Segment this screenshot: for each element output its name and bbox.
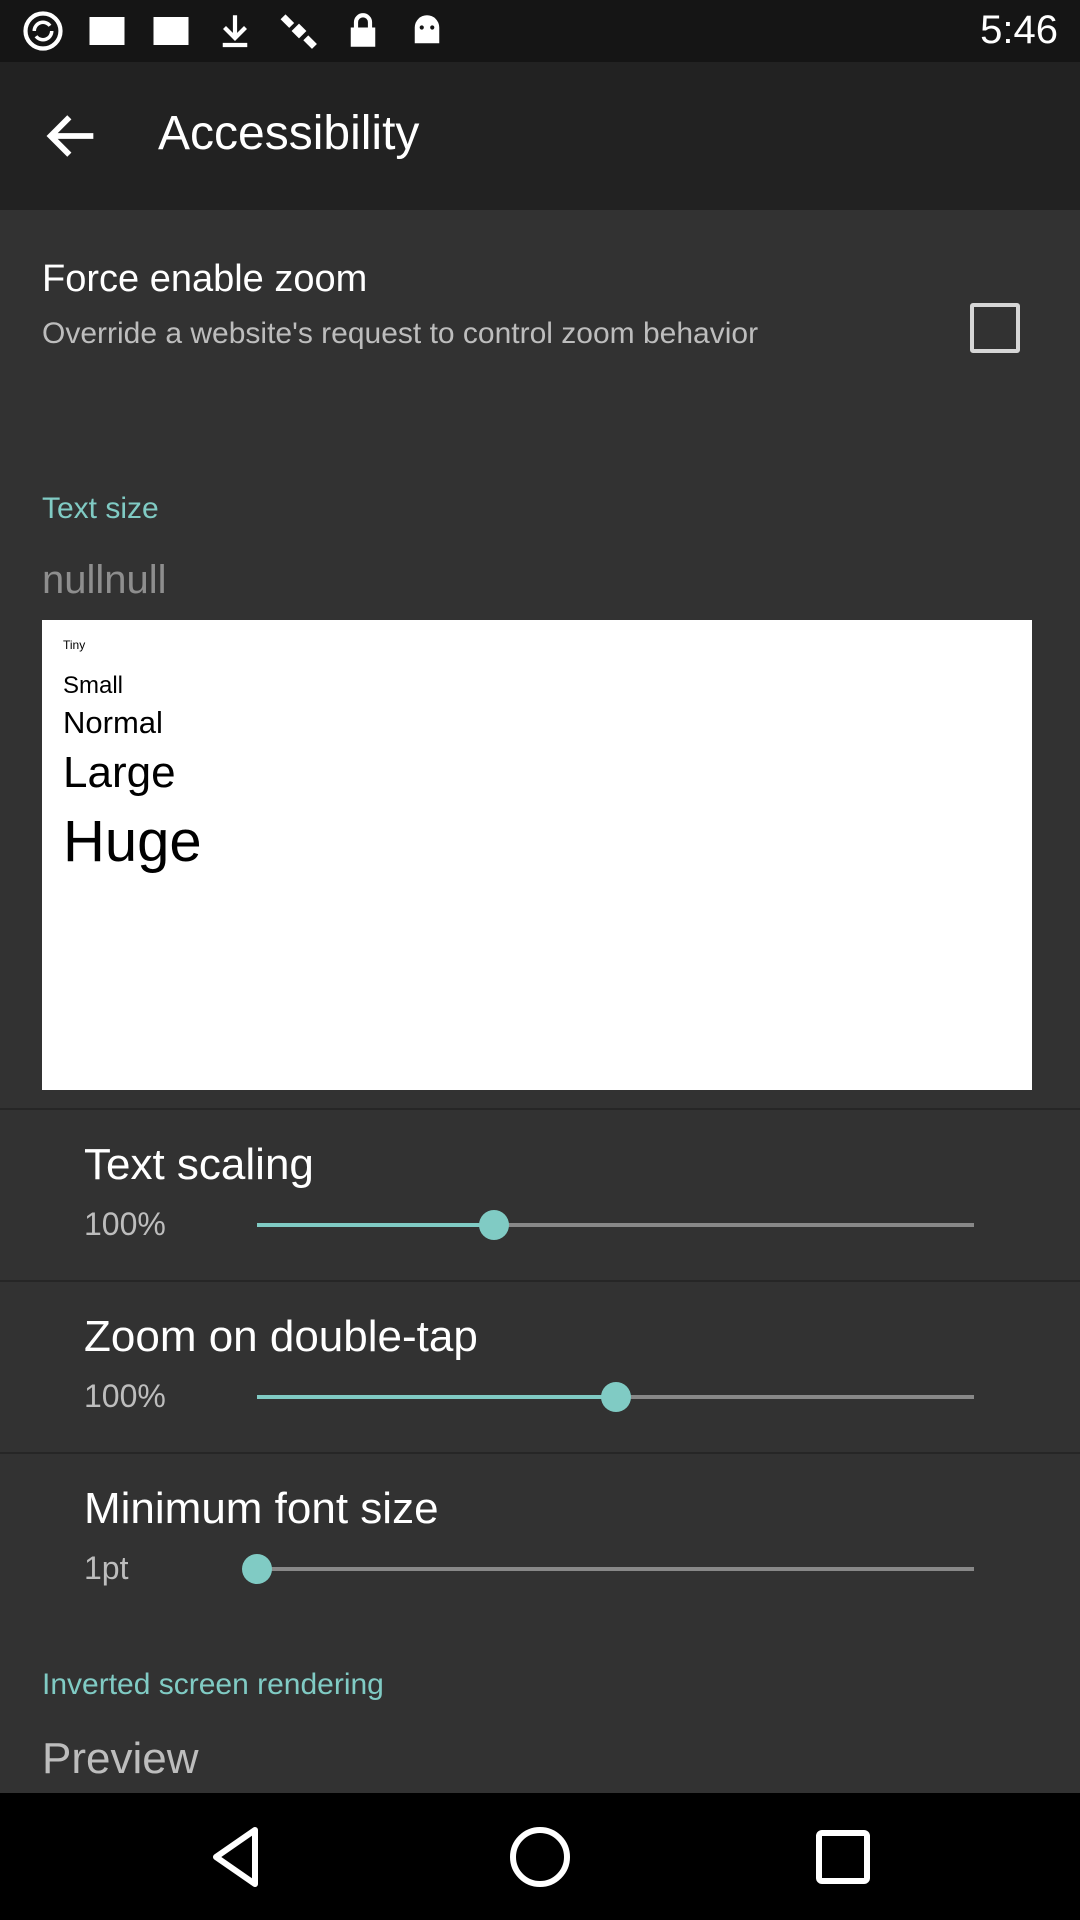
nav-recents-icon[interactable] [807,1821,879,1893]
page-title: Accessibility [158,107,420,160]
white-square-icon [89,17,125,45]
inverted-rendering-category: Inverted screen rendering [42,1668,384,1701]
preview-huge: Huge [63,809,202,874]
force-enable-zoom-title: Force enable zoom [42,258,368,300]
preview-normal: Normal [63,705,163,740]
preview-tiny: Tiny [63,638,86,652]
text-scaling-slider-fill [257,1223,494,1227]
back-arrow-icon[interactable] [40,104,104,168]
system-navigation-bar [0,1793,1080,1920]
zoom-double-tap-value: 100% [84,1378,166,1414]
zoom-double-tap-slider[interactable] [257,1382,974,1412]
minimum-font-size-slider-thumb[interactable] [242,1554,272,1584]
force-enable-zoom-checkbox[interactable] [970,303,1020,353]
preview-large: Large [63,748,176,797]
sync-icon [23,11,63,51]
text-size-value: nullnull [42,558,167,602]
white-square-icon [153,17,189,45]
text-scaling-slider[interactable] [257,1210,974,1240]
zoom-double-tap-title: Zoom on double-tap [84,1312,478,1361]
force-enable-zoom-row[interactable]: Force enable zoom Override a website's r… [0,210,1080,430]
lock-icon [350,13,376,47]
app-toolbar: Accessibility [0,62,1080,210]
inverted-preview-label: Preview [42,1734,199,1783]
text-scaling-slider-thumb[interactable] [479,1210,509,1240]
settings-list[interactable]: Force enable zoom Override a website's r… [0,210,1080,1793]
status-icons [22,10,448,52]
nav-back-icon[interactable] [201,1821,273,1893]
zoom-double-tap-slider-fill [257,1395,616,1399]
text-size-preview: Tiny Small Normal Large Huge [42,620,1032,1090]
force-enable-zoom-summary: Override a website's request to control … [42,317,759,350]
status-bar: 5:46 [0,0,1080,62]
clock: 5:46 [980,8,1058,52]
preview-small: Small [63,672,124,699]
text-scaling-value: 100% [84,1206,166,1242]
android-icon [414,15,440,44]
text-scaling-title: Text scaling [84,1140,314,1189]
minimum-font-size-slider[interactable] [242,1554,974,1584]
minimum-font-size-value: 1pt [84,1550,129,1586]
nav-home-icon[interactable] [504,1821,576,1893]
satellite-icon [280,14,317,49]
zoom-double-tap-slider-thumb[interactable] [601,1382,631,1412]
text-size-category: Text size [42,492,159,525]
text-scaling-row[interactable]: Text scaling 100% [0,1110,1080,1280]
minimum-font-size-row[interactable]: Minimum font size 1pt [0,1454,1080,1624]
minimum-font-size-title: Minimum font size [84,1484,439,1533]
download-icon [222,15,248,48]
zoom-double-tap-row[interactable]: Zoom on double-tap 100% [0,1282,1080,1452]
